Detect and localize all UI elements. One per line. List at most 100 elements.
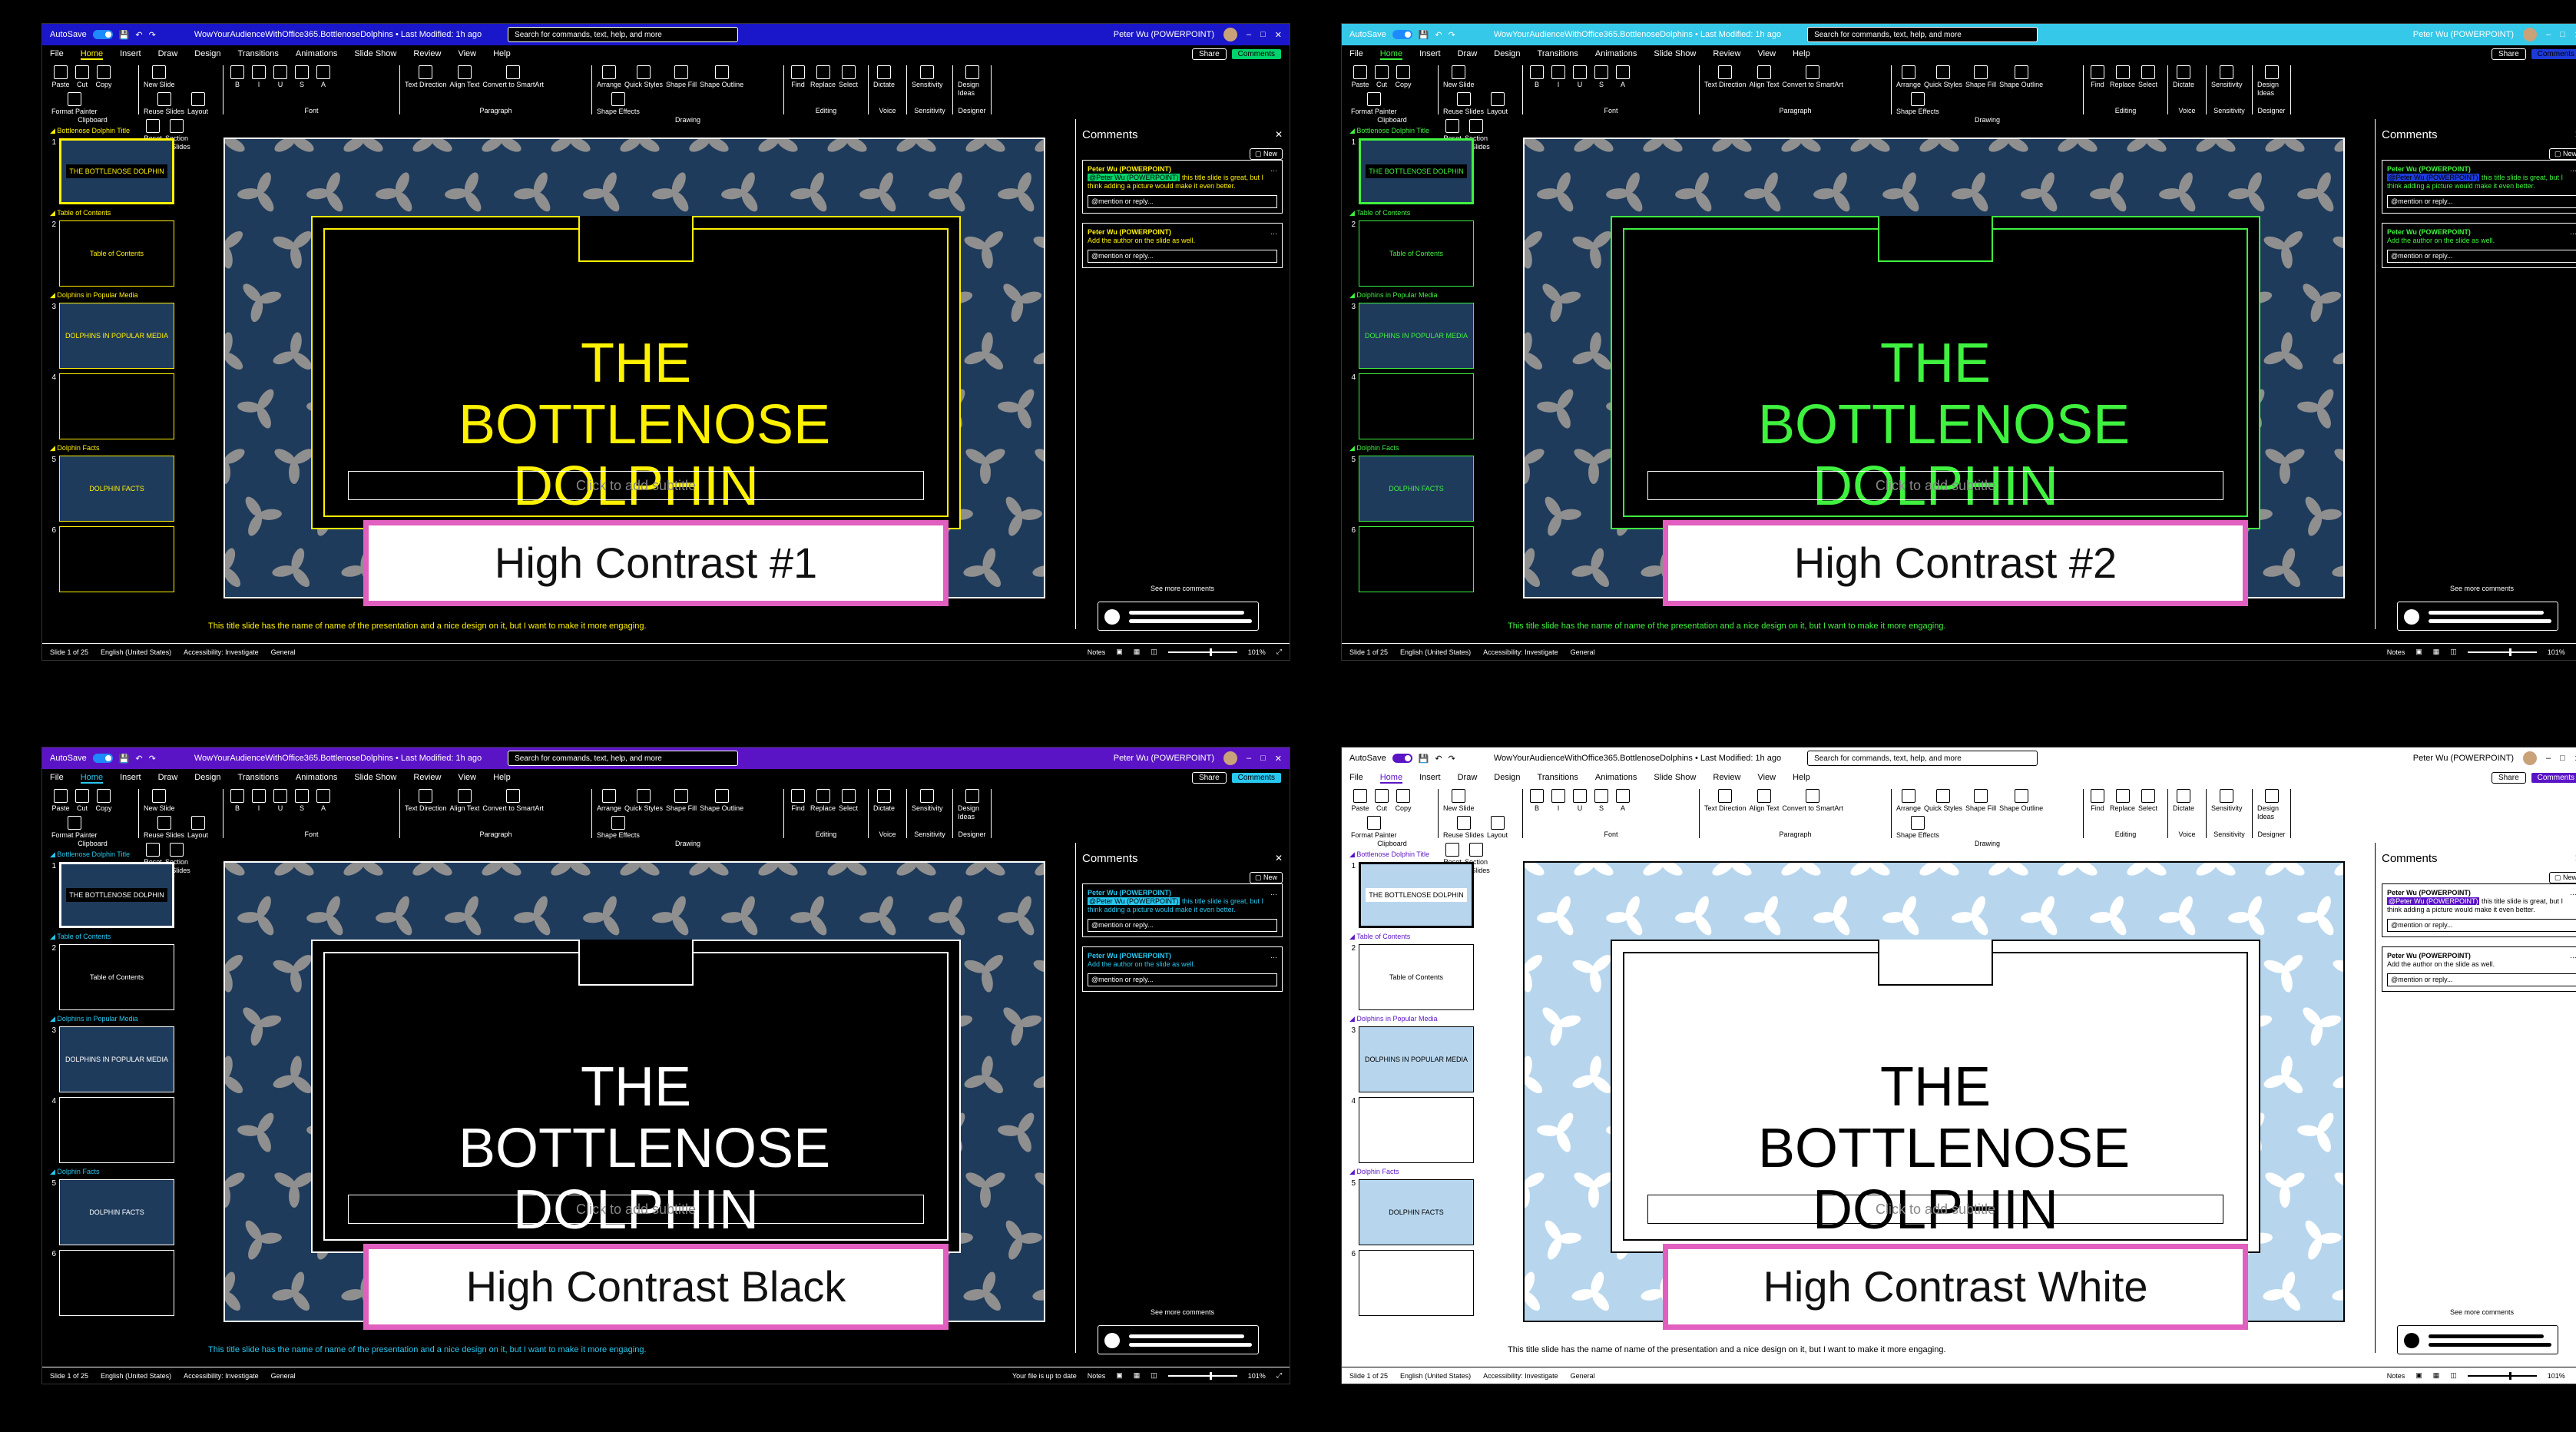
tab-home[interactable]: Home [1379,773,1403,784]
tab-view[interactable]: View [1757,49,1776,58]
reply-input[interactable]: @mention or reply... [2387,919,2576,932]
ribbon-button-replace[interactable]: Replace [810,65,836,89]
search-input[interactable]: Search for commands, text, help, and mor… [508,751,739,766]
reply-input[interactable]: @mention or reply... [2387,195,2576,208]
ribbon-button-design-ideas[interactable]: Design Ideas [2257,789,2286,821]
reading-view-icon[interactable]: ◫ [2450,648,2457,656]
section-header[interactable]: ◢ Bottlenose Dolphin Title [1349,127,1488,135]
ribbon-button-dictate[interactable]: Dictate [2173,789,2194,813]
see-more-comments-link[interactable]: See more comments [2376,585,2576,592]
section-header[interactable]: ◢ Bottlenose Dolphin Title [50,127,188,135]
ribbon-button-b[interactable]: B [1528,789,1546,813]
ribbon-button-quick-styles[interactable]: Quick Styles [624,65,663,89]
tab-home[interactable]: Home [1379,49,1403,60]
user-name[interactable]: Peter Wu (POWERPOINT) [2413,754,2514,763]
tab-transitions[interactable]: Transitions [238,49,279,58]
tab-animations[interactable]: Animations [1595,49,1637,58]
new-comment-button[interactable]: ▢ New [1249,872,1283,883]
slide-counter[interactable]: Slide 1 of 25 [50,1372,88,1380]
slide-thumbnail[interactable] [59,526,174,592]
redo-icon[interactable]: ↷ [149,30,156,40]
slide-thumbnail[interactable]: DOLPHINS IN POPULAR MEDIA [1359,303,1474,369]
comment-card[interactable]: … Peter Wu (POWERPOINT)Add the author on … [2382,946,2576,992]
ribbon-button-u[interactable]: U [271,789,290,813]
user-name[interactable]: Peter Wu (POWERPOINT) [2413,30,2514,39]
see-more-comments-link[interactable]: See more comments [1076,585,1289,592]
maximize-icon[interactable]: □ [2560,754,2565,763]
reply-input[interactable]: @mention or reply... [1088,195,1277,208]
tab-insert[interactable]: Insert [1419,773,1441,782]
close-icon[interactable]: ✕ [1275,129,1283,140]
document-title[interactable]: WowYourAudienceWithOffice365.BottlenoseD… [194,30,482,39]
ribbon-button-reuse-slides[interactable]: Reuse Slides [1443,92,1484,116]
section-header[interactable]: ◢ Table of Contents [1349,933,1488,941]
ribbon-button-s[interactable]: S [293,65,311,89]
sorter-view-icon[interactable]: ▦ [2433,1371,2440,1380]
comment-card[interactable]: … Peter Wu (POWERPOINT)@Peter Wu (POWERPO… [2382,883,2576,937]
reply-input[interactable]: @mention or reply... [2387,250,2576,263]
more-options-icon[interactable]: … [2570,889,2576,897]
ribbon-button-text-direction[interactable]: Text Direction [405,789,447,813]
ribbon-button-cut[interactable]: Cut [73,65,91,89]
tab-transitions[interactable]: Transitions [1538,49,1578,58]
ribbon-button-u[interactable]: U [1571,65,1589,89]
section-header[interactable]: ◢ Dolphin Facts [50,1168,188,1176]
normal-view-icon[interactable]: ▣ [2415,1371,2422,1380]
speaker-notes[interactable]: This title slide has the name of name of… [204,617,1068,635]
tab-help[interactable]: Help [493,773,511,782]
tab-slide-show[interactable]: Slide Show [354,773,396,782]
avatar[interactable] [1223,28,1237,41]
maximize-icon[interactable]: □ [1260,754,1266,763]
see-more-comments-link[interactable]: See more comments [1076,1308,1289,1316]
document-title[interactable]: WowYourAudienceWithOffice365.BottlenoseD… [1494,754,1781,763]
sorter-view-icon[interactable]: ▦ [1134,1371,1141,1380]
slide-counter[interactable]: Slide 1 of 25 [1349,648,1388,656]
slide-thumbnail[interactable]: THE BOTTLENOSE DOLPHIN [1359,862,1474,928]
fit-slide-icon[interactable]: ⤢ [1276,1371,1282,1380]
reply-input[interactable]: @mention or reply... [1088,250,1277,263]
tab-animations[interactable]: Animations [296,773,337,782]
comment-card[interactable]: … Peter Wu (POWERPOINT)@Peter Wu (POWERPO… [2382,160,2576,214]
see-more-comments-link[interactable]: See more comments [2376,1308,2576,1316]
minimize-icon[interactable]: – [1247,754,1251,763]
save-icon[interactable]: 💾 [119,754,130,764]
ribbon-button-align-text[interactable]: Align Text [1750,789,1779,813]
accessibility-status[interactable]: Accessibility: Investigate [1483,1372,1558,1380]
ribbon-button-format-painter[interactable]: Format Painter [51,92,98,116]
ribbon-button-replace[interactable]: Replace [2110,65,2135,89]
ribbon-button-dictate[interactable]: Dictate [2173,65,2194,89]
redo-icon[interactable]: ↷ [149,754,156,764]
tab-draw[interactable]: Draw [1458,49,1478,58]
ribbon-button-dictate[interactable]: Dictate [873,65,895,89]
search-input[interactable]: Search for commands, text, help, and mor… [1807,751,2038,766]
ribbon-button-i[interactable]: I [1549,789,1568,813]
tab-view[interactable]: View [458,773,476,782]
ribbon-button-b[interactable]: B [1528,65,1546,89]
ribbon-button-b[interactable]: B [228,65,247,89]
zoom-slider[interactable] [2467,1371,2537,1380]
subtitle-placeholder[interactable]: Click to add subtitle [348,471,924,500]
comments-button[interactable]: Comments [1230,48,1282,60]
subtitle-placeholder[interactable]: Click to add subtitle [348,1195,924,1224]
ribbon-button-shape-effects[interactable]: Shape Effects [1896,816,1939,840]
comments-button[interactable]: Comments [2530,771,2576,784]
tab-help[interactable]: Help [1793,49,1810,58]
ribbon-button-reuse-slides[interactable]: Reuse Slides [144,816,184,840]
ribbon-button-u[interactable]: U [271,65,290,89]
slide-thumbnail[interactable]: THE BOTTLENOSE DOLPHIN [59,862,174,928]
tab-review[interactable]: Review [1713,49,1740,58]
tab-help[interactable]: Help [493,49,511,58]
ribbon-button-cut[interactable]: Cut [1372,789,1391,813]
slide-thumbnail[interactable]: Table of Contents [1359,220,1474,287]
close-icon[interactable]: ✕ [1275,853,1283,864]
redo-icon[interactable]: ↷ [1449,30,1455,40]
tab-draw[interactable]: Draw [158,773,178,782]
ribbon-button-shape-effects[interactable]: Shape Effects [597,92,640,116]
ribbon-button-layout[interactable]: Layout [1487,816,1508,840]
maximize-icon[interactable]: □ [1260,30,1266,39]
accessibility-status[interactable]: Accessibility: Investigate [1483,648,1558,656]
notes-button[interactable]: Notes [1088,648,1106,656]
ribbon-button-s[interactable]: S [293,789,311,813]
ribbon-button-shape-fill[interactable]: Shape Fill [1965,789,1996,813]
maximize-icon[interactable]: □ [2560,30,2565,39]
